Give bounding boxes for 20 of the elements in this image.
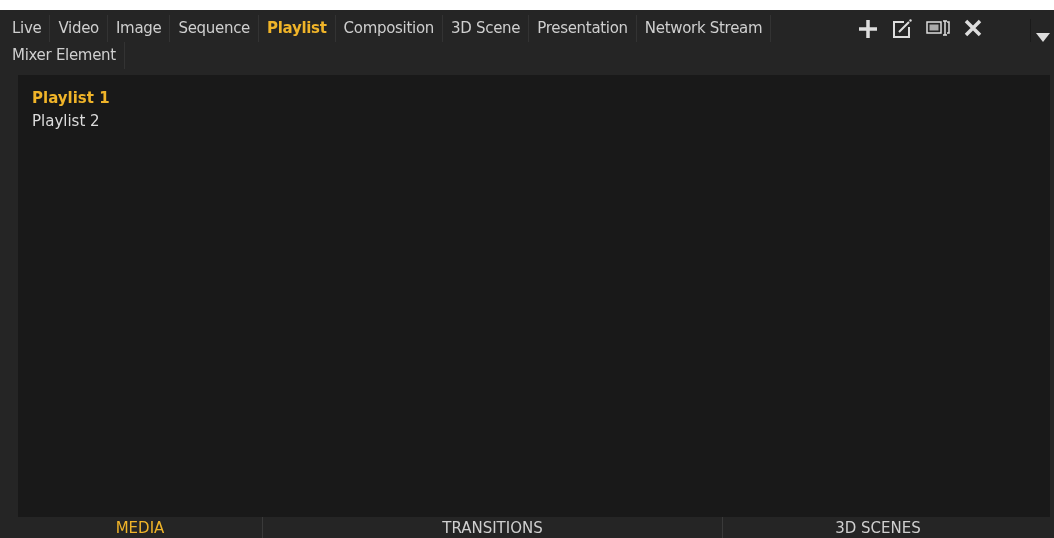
panel-tab[interactable]: MEDIA: [18, 517, 263, 538]
media-type-tab[interactable]: Playlist: [259, 15, 336, 42]
rename-icon[interactable]: [926, 19, 950, 37]
media-type-tab[interactable]: 3D Scene: [443, 15, 530, 42]
close-icon[interactable]: [964, 19, 982, 37]
media-type-tab[interactable]: Sequence: [170, 15, 260, 42]
media-type-tab[interactable]: Composition: [335, 15, 443, 42]
panel-tab[interactable]: TRANSITIONS: [263, 517, 723, 538]
media-type-tab[interactable]: Mixer Element: [4, 42, 125, 69]
media-type-tab[interactable]: Live: [4, 15, 51, 42]
add-icon[interactable]: [858, 19, 878, 39]
media-type-tab[interactable]: Video: [50, 15, 108, 42]
playlist-item[interactable]: Playlist 1: [32, 87, 110, 110]
edit-icon[interactable]: [892, 19, 912, 39]
media-type-tab[interactable]: Network Stream: [636, 15, 772, 42]
playlist-item[interactable]: Playlist 2: [32, 110, 100, 133]
media-type-tab[interactable]: Image: [107, 15, 171, 42]
media-type-tab[interactable]: Presentation: [529, 15, 637, 42]
dropdown-icon[interactable]: [1035, 33, 1050, 42]
panel-tab[interactable]: 3D SCENES: [723, 517, 1033, 538]
